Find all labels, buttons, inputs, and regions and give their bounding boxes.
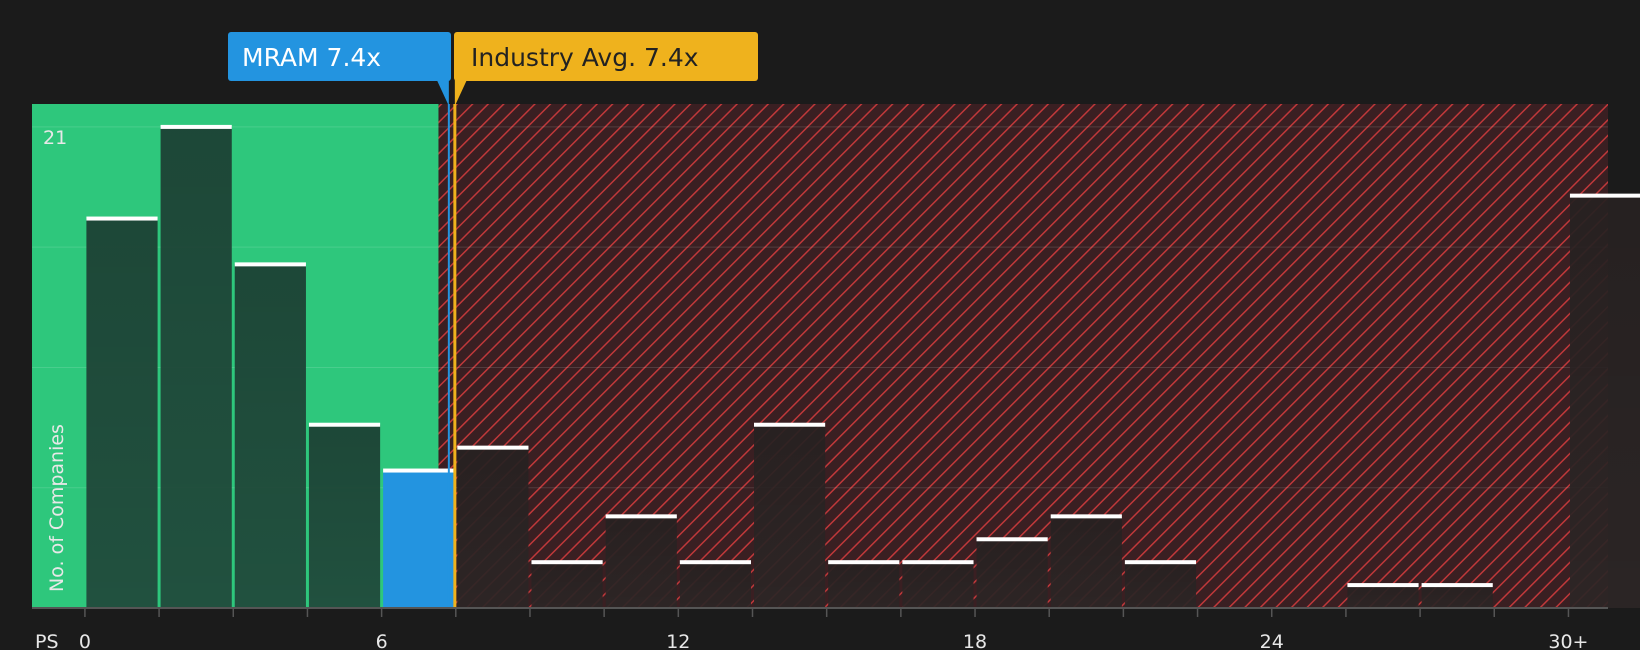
bar-shade-17 — [1347, 585, 1419, 608]
bar-shade-14 — [1124, 562, 1197, 608]
bar-shade-11 — [902, 562, 974, 608]
bar-shade-12 — [976, 539, 1048, 608]
bar-cap-14 — [1124, 560, 1197, 565]
bar-shade-5 — [457, 447, 529, 608]
bar-shade-10 — [828, 562, 900, 608]
x-tick-label-1: 6 — [376, 631, 388, 650]
bar-shade-18 — [1421, 585, 1493, 608]
bar-4 — [383, 470, 455, 608]
y-axis-label: No. of Companies — [46, 424, 68, 592]
bar-shade-7 — [605, 516, 677, 608]
industry-callout: Industry Avg. 7.4x — [454, 32, 758, 106]
bar-shade-2 — [234, 264, 306, 608]
bar-cap-8 — [679, 560, 751, 565]
bar-cap-10 — [828, 560, 900, 565]
bar-cap-12 — [976, 537, 1048, 542]
company-callout: MRAM 7.4x — [228, 32, 451, 106]
industry-avg-callout-label: Industry Avg. 7.4x — [471, 43, 699, 72]
x-axis: 0 6 12 18 24 30+ — [32, 607, 1608, 650]
x-tick-label-5: 30+ — [1548, 631, 1588, 650]
bar-cap-5 — [457, 445, 529, 450]
y-tick-label-21: 21 — [43, 127, 67, 149]
bar-cap-17 — [1347, 583, 1419, 588]
ps-ratio-histogram: 0 6 12 18 24 30+ No. of Companies 21 PS MRAM … — [32, 32, 1640, 650]
bar-shade-13 — [1050, 516, 1122, 608]
bar-cap-11 — [902, 560, 974, 565]
bar-cap-20 — [1569, 193, 1640, 198]
bar-cap-1 — [160, 124, 232, 129]
bar-cap-18 — [1421, 583, 1493, 588]
company-callout-label: MRAM 7.4x — [242, 43, 381, 72]
bar-shade-9 — [753, 424, 826, 608]
bar-cap-9 — [753, 422, 826, 427]
x-tick-label-4: 24 — [1260, 631, 1284, 650]
bar-shade-3 — [308, 424, 381, 608]
bar-shade-20 — [1569, 195, 1640, 609]
bar-cap-3 — [308, 422, 381, 427]
bar-cap-6 — [531, 560, 603, 565]
bar-shade-6 — [531, 562, 603, 608]
x-tick-label-3: 18 — [963, 631, 987, 650]
x-tick-label-2: 12 — [666, 631, 690, 650]
x-tick-label-0: 0 — [79, 631, 91, 650]
x-axis-label: PS — [35, 631, 59, 650]
bar-cap-4 — [383, 468, 455, 473]
bar-shade-1 — [160, 126, 232, 608]
bar-shade-8 — [679, 562, 751, 608]
bar-cap-13 — [1050, 514, 1122, 519]
industry-avg-callout-pointer — [454, 80, 467, 106]
callouts: MRAM 7.4x Industry Avg. 7.4x — [228, 32, 758, 106]
bar-cap-7 — [605, 514, 677, 519]
company-callout-pointer — [436, 80, 449, 106]
bar-cap-0 — [86, 216, 158, 221]
bar-cap-2 — [234, 262, 306, 267]
bar-shade-0 — [86, 218, 158, 608]
